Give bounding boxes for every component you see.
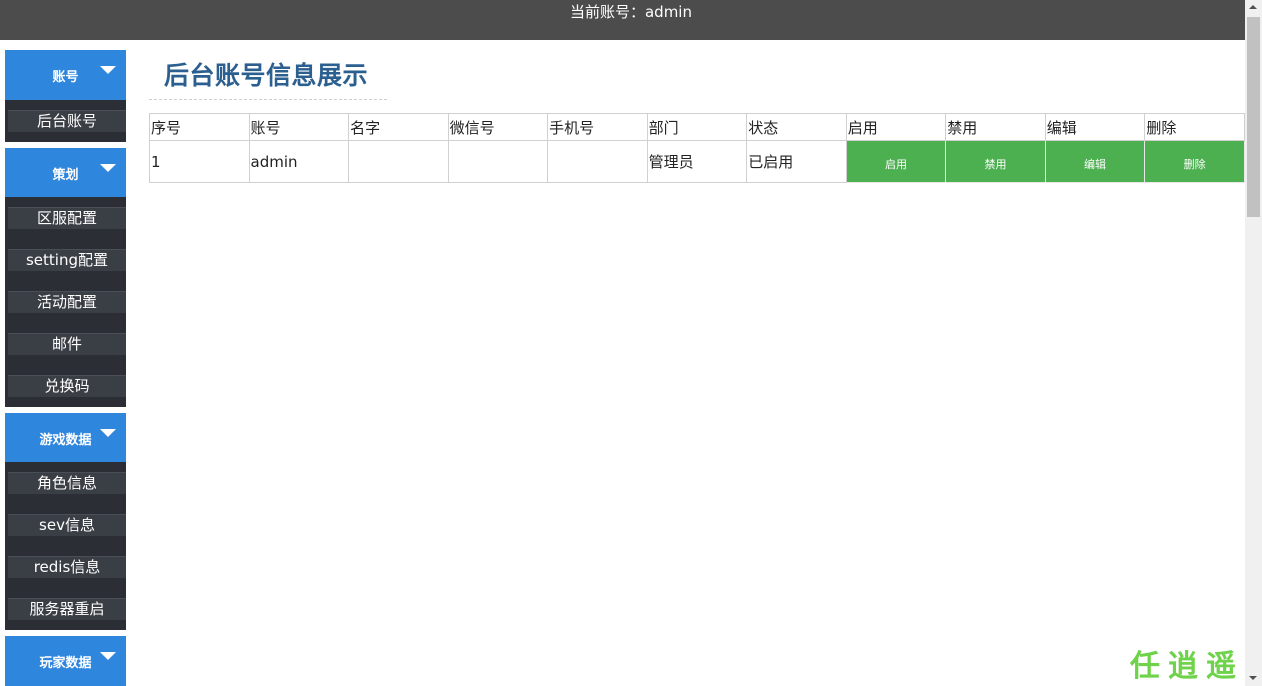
account-table: 序号 账号 名字 微信号 手机号 部门 状态 启用 禁用 编辑 删除 1 adm… [149,113,1245,183]
sidebar-item-button[interactable]: 后台账号 [8,110,126,132]
sidebar-group-player-data[interactable]: 玩家数据 [5,636,126,686]
sidebar-item-button[interactable]: redis信息 [8,556,126,578]
top-bar: 当前账号：admin [0,0,1262,40]
column-header: 启用 [845,113,947,141]
page-title: 后台账号信息展示 [164,61,369,90]
column-header: 账号 [248,113,350,141]
current-account-label: 当前账号：admin [569,3,692,21]
caret-down-icon [100,652,116,660]
watermark-logo: 任逍遥 [1130,649,1244,684]
sidebar-item-server-config: 区服配置 [5,197,126,239]
cell-wechat [447,140,549,183]
cell-status: 已启用 [746,140,847,183]
sidebar-group-account[interactable]: 账号 [5,50,126,100]
sidebar-item-role-info: 角色信息 [5,462,126,504]
sidebar-item-activity-config: 活动配置 [5,281,126,323]
sidebar-item-sev-info: sev信息 [5,504,126,546]
vertical-scrollbar[interactable] [1245,0,1262,686]
delete-button[interactable]: 删除 [1145,141,1244,182]
sidebar: 账号 后台账号 策划 区服配置 setting配置 活动配置 邮件 兑换码 游戏… [0,40,127,686]
title-divider [149,99,387,100]
table-header-row: 序号 账号 名字 微信号 手机号 部门 状态 启用 禁用 编辑 删除 [149,113,1245,141]
sidebar-item-button[interactable]: 兑换码 [8,375,126,397]
column-header: 微信号 [447,113,549,141]
column-header: 部门 [646,113,748,141]
enable-button[interactable]: 启用 [846,141,946,182]
sidebar-item-button[interactable]: 区服配置 [8,207,126,229]
caret-down-icon [100,429,116,437]
column-header: 禁用 [945,113,1046,141]
sidebar-item-redeem-code: 兑换码 [5,365,126,407]
cell-index: 1 [149,140,250,183]
cell-enable: 启用 [845,140,947,183]
main-content: 后台账号信息展示 序号 账号 名字 微信号 手机号 部门 状态 启用 禁用 编辑… [127,40,1245,686]
scroll-down-icon[interactable] [1249,676,1257,680]
cell-account: admin [248,140,350,183]
sidebar-group-planning[interactable]: 策划 [5,148,126,198]
sidebar-item-admin-accounts: 后台账号 [5,100,126,142]
sidebar-item-server-restart: 服务器重启 [5,588,126,630]
column-header: 手机号 [547,113,648,141]
scroll-up-icon[interactable] [1249,5,1257,9]
sidebar-item-setting-config: setting配置 [5,239,126,281]
column-header: 删除 [1144,113,1245,141]
sidebar-item-button[interactable]: 活动配置 [8,291,126,313]
sidebar-group-game-data[interactable]: 游戏数据 [5,413,126,463]
cell-phone [547,140,648,183]
sidebar-item-mail: 邮件 [5,323,126,365]
sidebar-item-button[interactable]: 邮件 [8,333,126,355]
cell-delete: 删除 [1144,140,1245,183]
table-row: 1 admin 管理员 已启用 启用 禁用 编辑 删除 [149,140,1245,183]
cell-name [348,140,449,183]
sidebar-item-button[interactable]: sev信息 [8,514,126,536]
sidebar-item-redis-info: redis信息 [5,546,126,588]
sidebar-item-button[interactable]: 角色信息 [8,472,126,494]
column-header: 序号 [149,113,250,141]
cell-department: 管理员 [646,140,748,183]
caret-down-icon [100,66,116,74]
caret-down-icon [100,164,116,172]
sidebar-item-button[interactable]: setting配置 [8,249,126,271]
sidebar-item-button[interactable]: 服务器重启 [8,598,126,620]
column-header: 名字 [348,113,449,141]
disable-button[interactable]: 禁用 [946,141,1045,182]
scrollbar-thumb[interactable] [1247,17,1260,217]
column-header: 编辑 [1044,113,1146,141]
cell-disable: 禁用 [945,140,1046,183]
column-header: 状态 [746,113,847,141]
cell-edit: 编辑 [1044,140,1146,183]
edit-button[interactable]: 编辑 [1045,141,1145,182]
